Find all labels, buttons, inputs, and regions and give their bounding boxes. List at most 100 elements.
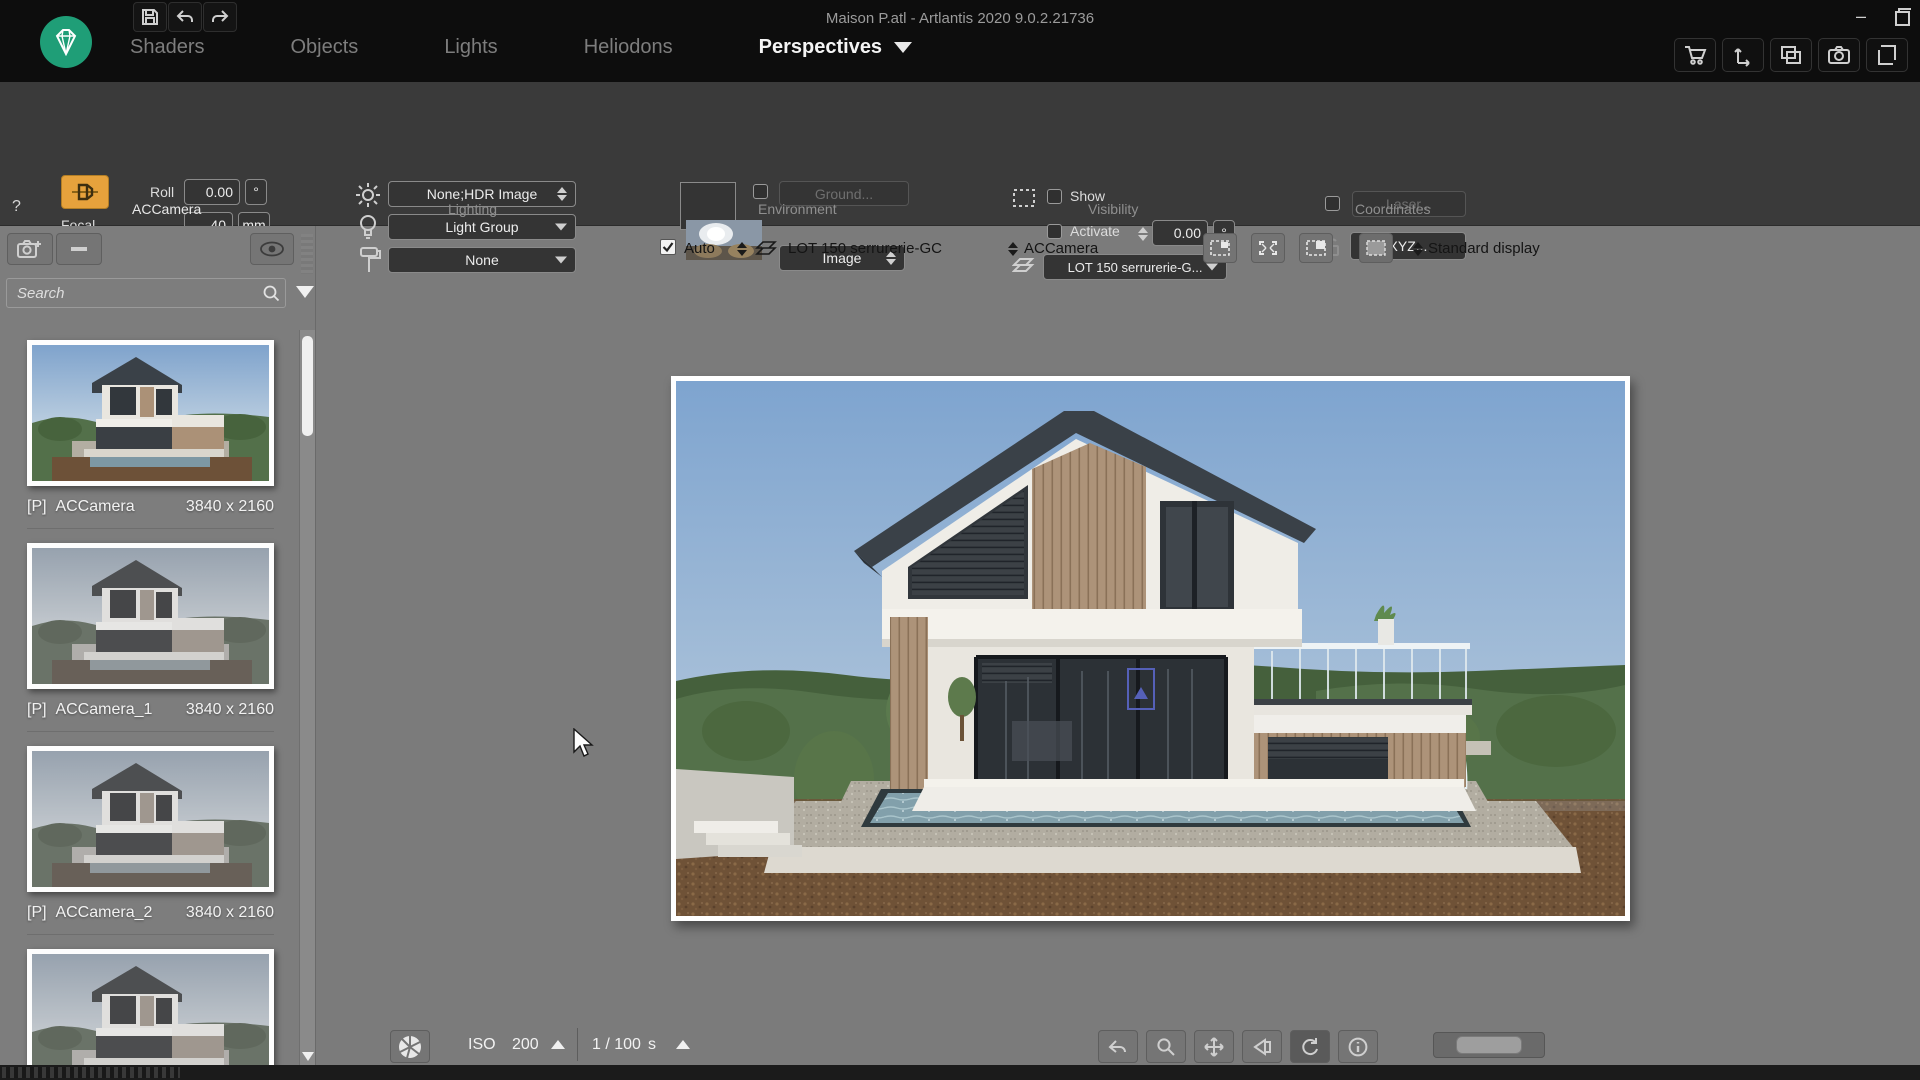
tab-lights[interactable]: Lights [444,36,497,59]
display-mode-split-button[interactable] [1299,233,1333,263]
camera-type-tag: [P] [27,904,47,921]
media-store-button[interactable] [1674,38,1716,72]
window-title: Maison P.atl - Artlantis 2020 9.0.2.2173… [825,10,1095,27]
preview-zoom-thumb[interactable] [1456,1036,1522,1054]
maximize-button[interactable] [1892,7,1912,27]
add-camera-button[interactable] [7,233,53,265]
divider [27,934,274,935]
camera-list-item[interactable]: [P] ACCamera_1 3840 x 2160 [27,543,274,732]
aperture-button[interactable] [390,1030,430,1063]
display-mode-fullview-button[interactable] [1251,233,1285,263]
camera-resolution: 3840 x 2160 [185,904,274,921]
camera-thumbnail[interactable] [27,746,274,892]
spinner-arrows-icon[interactable] [737,242,747,256]
perspectives-dropdown-icon[interactable] [894,42,913,53]
display-mode-preview-button[interactable] [1359,233,1393,263]
camera-thumbnail[interactable] [27,340,274,486]
move-scene-button[interactable] [1722,38,1764,72]
layers-icon [755,241,777,255]
camera-settings-button[interactable] [61,175,109,209]
ground-checkbox[interactable] [753,184,768,199]
camera-list-item[interactable] [27,949,274,1065]
main-menu: Shaders Objects Lights Heliodons Perspec… [130,36,913,59]
viewbar-camera-select[interactable]: ACCamera [1024,240,1098,257]
camera-resolution: 3840 x 2160 [185,701,274,718]
roll-unit: ° [245,179,267,205]
progress-hatch [2,1067,180,1078]
scrollbar-thumb[interactable] [302,336,313,436]
auto-label: Auto [684,240,715,257]
laser-checkbox[interactable] [1325,196,1340,211]
divider [577,1028,578,1061]
snapshot-camera-button[interactable] [1818,38,1860,72]
camera-type-tag: [P] [27,701,47,718]
viewbar-layer-select[interactable]: LOT 150 serrurerie-GC [788,240,942,257]
tab-objects[interactable]: Objects [291,36,359,59]
info-button[interactable] [1338,1030,1378,1063]
tab-shaders[interactable]: Shaders [130,36,205,59]
display-mode-window-button[interactable] [1203,233,1237,263]
sidebar-scrollbar[interactable] [299,330,315,1065]
camera-name: ACCamera [55,498,135,515]
duplicate-button[interactable] [1770,38,1812,72]
preview-zoom-slider[interactable] [1433,1032,1545,1058]
camera-name: ACCamera_2 [55,904,153,921]
heliodon-sun-icon [356,183,380,207]
roll-label: Roll [150,184,175,200]
environment-section-label: Environment [758,201,837,217]
camera-thumbnail[interactable] [27,543,274,689]
search-icon [263,285,280,302]
active-camera-name: ACCamera [132,201,202,217]
shutter-value: 1 / 100 [592,1036,641,1053]
undo-view-button[interactable] [1098,1030,1138,1063]
camera-list: [P] ACCamera 3840 x 2160 [P] ACCamera_1 … [0,326,300,1065]
selection-marquee-icon [1013,189,1035,207]
display-style-select[interactable]: Standard display [1428,240,1540,257]
cameras-sidebar: [P] ACCamera 3840 x 2160 [P] ACCamera_1 … [0,226,316,1065]
iso-up-icon[interactable] [551,1040,565,1049]
perspectives-toolbar: Roll 0.00 ° Focal 40 mm ? ACCamera None;… [0,82,1920,280]
header: Maison P.atl - Artlantis 2020 9.0.2.2173… [0,0,1920,82]
pan-tool-button[interactable] [1194,1030,1234,1063]
search-input[interactable] [6,278,286,308]
show-checkbox[interactable] [1047,189,1062,204]
render-view-button[interactable] [1242,1030,1282,1063]
spinner-arrows-icon [557,187,567,201]
spinner-arrows-icon[interactable] [1413,242,1423,256]
refresh-button[interactable] [1290,1030,1330,1063]
visibility-eye-button[interactable] [250,233,294,265]
application-window: Maison P.atl - Artlantis 2020 9.0.2.2173… [0,0,1920,1080]
scroll-down-icon[interactable] [302,1052,314,1061]
tab-heliodons[interactable]: Heliodons [584,36,673,59]
lighting-section-label: Lighting [448,201,498,217]
shutter-up-icon[interactable] [676,1040,690,1049]
artlantis-logo-icon [40,16,92,68]
divider [27,528,274,529]
search-filter-dropdown-icon[interactable] [296,286,314,298]
header-tools [1674,38,1908,72]
crop-frame-button[interactable] [1866,38,1908,72]
render-preview[interactable] [671,376,1630,921]
zoom-tool-button[interactable] [1146,1030,1186,1063]
shutter-unit: s [648,1036,656,1053]
mouse-cursor [573,728,594,757]
camera-resolution: 3840 x 2160 [185,498,274,515]
auto-checkbox[interactable] [660,239,676,255]
iso-label: ISO [468,1036,496,1053]
coordinates-section-label: Coordinates [1355,201,1431,217]
visibility-section-label: Visibility [1088,201,1139,217]
spinner-arrows-icon[interactable] [1008,242,1018,256]
status-strip [0,1065,1920,1080]
iso-value: 200 [512,1036,539,1053]
render-settings-bar: ISO 200 1 / 100 s [316,1028,1920,1065]
camera-list-item[interactable]: [P] ACCamera_2 3840 x 2160 [27,746,274,935]
camera-thumbnail[interactable] [27,949,274,1065]
camera-name: ACCamera_1 [55,701,153,718]
help-icon[interactable]: ? [12,198,21,216]
minimize-button[interactable]: – [1856,6,1866,27]
camera-list-item[interactable]: [P] ACCamera 3840 x 2160 [27,340,274,529]
remove-camera-button[interactable] [56,233,102,265]
divider [27,731,274,732]
sidebar-resize-grip[interactable] [301,234,313,274]
tab-perspectives[interactable]: Perspectives [759,36,882,59]
